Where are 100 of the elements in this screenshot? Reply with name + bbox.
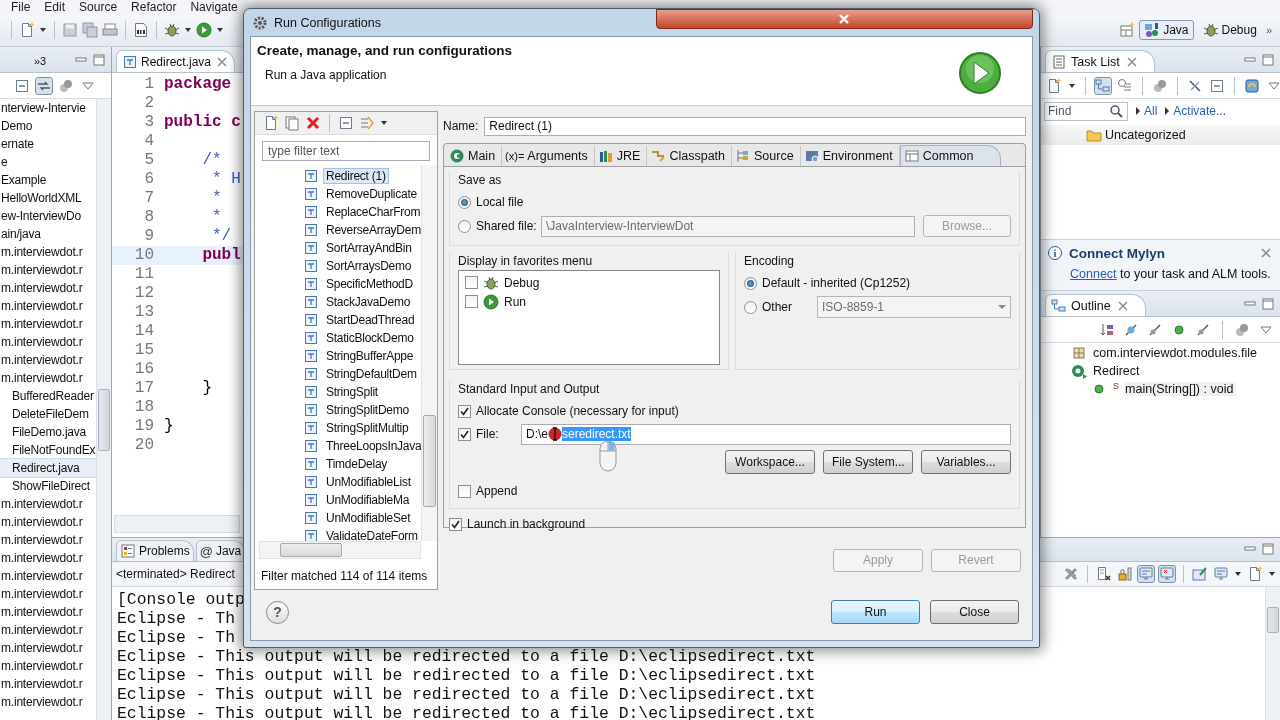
- list-item[interactable]: StackJavaDemo: [324, 295, 413, 309]
- browse-button[interactable]: File System...: [823, 450, 913, 474]
- display-console-icon[interactable]: [1213, 566, 1229, 582]
- tree-item[interactable]: m.interviewdot.r: [0, 549, 96, 567]
- bug-icon[interactable]: [164, 22, 180, 38]
- dialog-button[interactable]: Close: [930, 600, 1019, 624]
- tree-item[interactable]: Example: [0, 171, 96, 189]
- console-output-icon[interactable]: [1138, 566, 1154, 582]
- menu-item[interactable]: Refactor: [124, 0, 184, 14]
- maximize-icon[interactable]: [91, 52, 107, 68]
- open-perspective-icon[interactable]: [1119, 22, 1136, 38]
- duplicate-icon[interactable]: [284, 115, 300, 131]
- tree-item[interactable]: Demo: [0, 117, 96, 135]
- list-item[interactable]: StringSplit: [324, 385, 380, 399]
- tree-item[interactable]: m.interviewdot.r: [0, 369, 96, 387]
- print-icon[interactable]: [102, 22, 118, 38]
- tree-item[interactable]: ernate: [0, 135, 96, 153]
- circles-icon[interactable]: [1152, 77, 1168, 94]
- view-tab[interactable]: @ Java: [195, 540, 246, 561]
- tree-item[interactable]: ain/java: [0, 225, 96, 243]
- tree-item[interactable]: m.interviewdot.r: [0, 351, 96, 369]
- checkbox[interactable]: [465, 295, 478, 308]
- list-item[interactable]: ReverseArrayDem: [324, 223, 421, 237]
- new-configuration-icon[interactable]: [263, 115, 279, 131]
- radio-button[interactable]: [458, 195, 471, 209]
- delete-icon[interactable]: [305, 115, 321, 131]
- tab-overflow[interactable]: »3: [34, 55, 47, 67]
- list-item[interactable]: StringSplitDemo: [324, 403, 411, 417]
- list-item[interactable]: SpecificMethodD: [324, 277, 415, 291]
- save-all-icon[interactable]: [82, 22, 98, 38]
- maximize-icon[interactable]: [1260, 541, 1276, 557]
- list-item[interactable]: SortArraysDemo: [324, 259, 414, 273]
- tree-item[interactable]: m.interviewdot.r: [0, 333, 96, 351]
- menu-item[interactable]: Navigate: [183, 0, 245, 14]
- list-item[interactable]: StringBufferAppe: [324, 349, 416, 363]
- run-icon[interactable]: [196, 22, 212, 38]
- hide-fields-icon[interactable]: [1123, 321, 1139, 338]
- checkbox[interactable]: [458, 404, 471, 418]
- tree-item[interactable]: ew-InterviewDo: [0, 207, 96, 225]
- list-item[interactable]: UnModifiableList: [324, 475, 413, 489]
- name-field[interactable]: Redirect (1): [484, 116, 1026, 136]
- console-error-icon[interactable]: [1159, 566, 1175, 582]
- list-item[interactable]: TimdeDelay: [324, 457, 390, 471]
- list-item[interactable]: UnModifiableMa: [324, 493, 412, 507]
- tree-item[interactable]: nterview-Intervie: [0, 99, 96, 117]
- tree-item[interactable]: m.interviewdot.r: [0, 567, 96, 585]
- tree-item[interactable]: m.interviewdot.r: [0, 621, 96, 639]
- scheduled-icon[interactable]: [1117, 77, 1133, 94]
- tree-item[interactable]: m.interviewdot.r: [0, 657, 96, 675]
- shared-file-field[interactable]: \JavaInterview-InterviewDot: [541, 215, 915, 237]
- browse-button[interactable]: Variables...: [921, 450, 1011, 474]
- maximize-icon[interactable]: [1260, 296, 1276, 312]
- categorized-icon[interactable]: [1095, 77, 1111, 94]
- list-item[interactable]: StringSplitMultip: [324, 421, 411, 435]
- collapse-all-icon[interactable]: [1209, 77, 1225, 94]
- tree-item[interactable]: m.interviewdot.r: [0, 261, 96, 279]
- menu-item[interactable]: File: [4, 0, 38, 14]
- list-item[interactable]: SortArrayAndBin: [324, 241, 414, 255]
- tree-item[interactable]: m.interviewdot.r: [0, 243, 96, 261]
- tree-item[interactable]: m.interviewdot.r: [0, 603, 96, 621]
- tree-item[interactable]: FileDemo.java: [0, 423, 96, 441]
- tree-item[interactable]: Redirect.java: [0, 459, 96, 477]
- menu-item[interactable]: Edit: [37, 0, 73, 14]
- new-file-icon[interactable]: [19, 22, 35, 38]
- perspective-button[interactable]: Java: [1139, 20, 1194, 40]
- collapse-all-icon[interactable]: [14, 77, 30, 94]
- list-item[interactable]: Redirect (1): [324, 169, 388, 183]
- new-task-icon[interactable]: [1046, 77, 1062, 94]
- overflow-chevron[interactable]: »: [1265, 24, 1272, 36]
- view-tab[interactable]: Outline: [1045, 294, 1146, 316]
- binary-file-icon[interactable]: [133, 22, 149, 38]
- find-field[interactable]: Find: [1044, 101, 1128, 121]
- radio-button[interactable]: [744, 276, 757, 290]
- checkbox[interactable]: [449, 517, 462, 531]
- hide-static-icon[interactable]: [1147, 321, 1163, 338]
- maximize-icon[interactable]: [1260, 52, 1276, 68]
- tree-item[interactable]: m.interviewdot.r: [0, 495, 96, 513]
- tree-item[interactable]: m.interviewdot.r: [0, 315, 96, 333]
- checkbox[interactable]: [458, 484, 471, 498]
- circles-icon[interactable]: [58, 77, 74, 94]
- tab[interactable]: Common: [899, 145, 1001, 166]
- tree-item[interactable]: DeleteFileDem: [0, 405, 96, 423]
- outline-item[interactable]: Redirect: [1093, 364, 1140, 378]
- view-tab[interactable]: Redirect.java: [116, 50, 236, 72]
- close-button[interactable]: [655, 9, 1033, 29]
- terminate-all-icon[interactable]: [1063, 566, 1079, 582]
- filter-field[interactable]: type filter text: [262, 141, 430, 161]
- perspective-button[interactable]: Debug: [1197, 20, 1262, 40]
- list-item[interactable]: StaticBlockDemo: [324, 331, 416, 345]
- file-field[interactable]: D:\e seredirect.txt: [521, 423, 1011, 445]
- tree-item[interactable]: m.interviewdot.r: [0, 531, 96, 549]
- tree-item[interactable]: m.interviewdot.r: [0, 279, 96, 297]
- list-item[interactable]: RemoveDuplicate: [324, 187, 419, 201]
- tree-item[interactable]: BufferedReader: [0, 387, 96, 405]
- view-tab[interactable]: Task List: [1045, 50, 1155, 72]
- link[interactable]: All: [1144, 104, 1158, 118]
- filter-icon[interactable]: [359, 115, 375, 131]
- view-tab[interactable]: Problems: [116, 540, 194, 561]
- sync-icon[interactable]: [1244, 77, 1260, 94]
- tree-item[interactable]: HelloWorldXML: [0, 189, 96, 207]
